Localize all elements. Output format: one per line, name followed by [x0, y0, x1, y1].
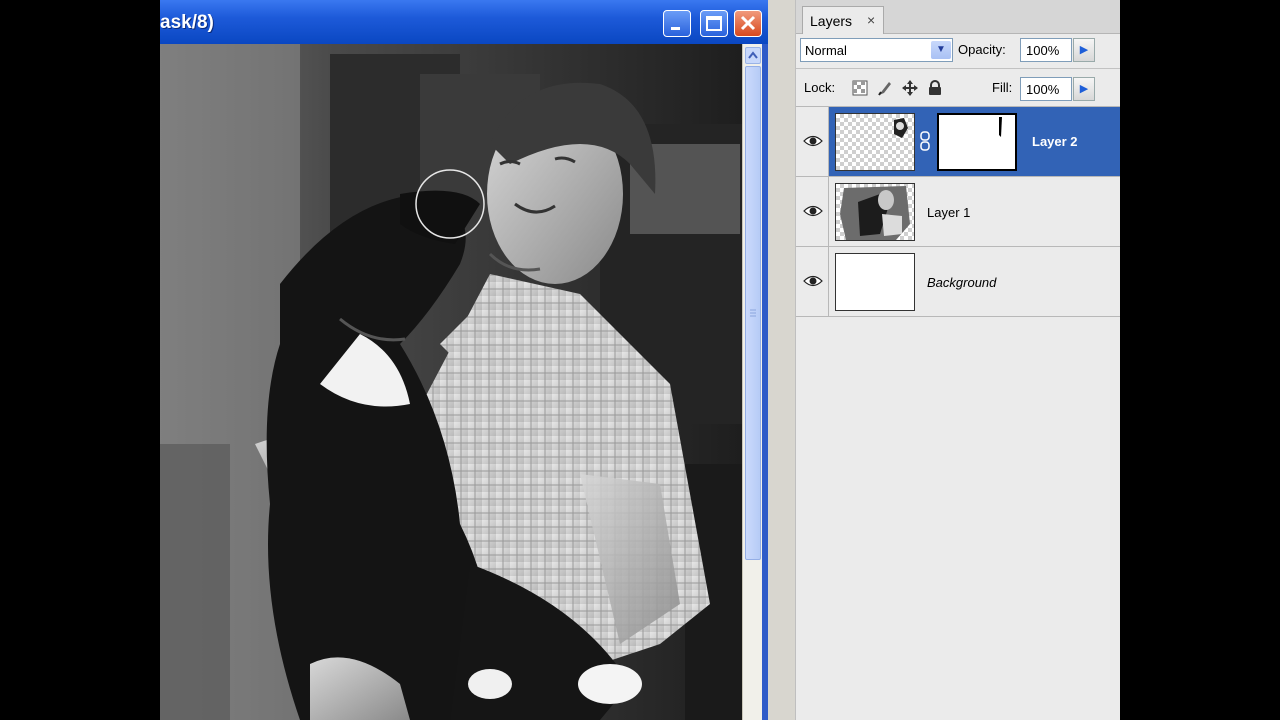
letterbox-left [0, 0, 160, 720]
chain-link-icon[interactable] [919, 131, 931, 151]
lock-label: Lock: [804, 80, 836, 95]
tab-layers[interactable]: Layers × [802, 6, 884, 34]
tab-layers-label: Layers [810, 13, 853, 29]
visibility-toggle[interactable] [796, 107, 829, 176]
document-title: ask/8) [160, 12, 214, 33]
opacity-field[interactable]: 100% [1020, 38, 1072, 62]
workspace-gap [768, 0, 795, 720]
close-button[interactable] [734, 10, 762, 37]
eye-icon [803, 275, 823, 287]
lock-transparent-pixels-icon[interactable] [852, 80, 868, 96]
layer-thumbnail-image [894, 118, 908, 138]
fill-label: Fill: [992, 80, 1013, 95]
eye-icon [803, 205, 823, 217]
scroll-thumb[interactable] [745, 66, 761, 560]
close-icon [740, 15, 756, 31]
layer-row-layer-2[interactable]: Layer 2 [796, 107, 1121, 177]
lock-image-pixels-icon[interactable] [877, 80, 893, 96]
maximize-button[interactable] [700, 10, 728, 37]
layer-thumbnail[interactable] [835, 253, 915, 311]
tab-close-icon[interactable]: × [867, 12, 875, 28]
eye-icon [803, 135, 823, 147]
minimize-button[interactable] [663, 10, 691, 37]
fill-slider-button[interactable]: ▶ [1073, 77, 1095, 101]
letterbox-right [1120, 0, 1280, 720]
document-window: ask/8) [160, 0, 768, 720]
visibility-toggle[interactable] [796, 247, 829, 316]
document-title-bar[interactable]: ask/8) [160, 0, 768, 44]
mask-image [999, 117, 1002, 137]
chevron-up-icon [748, 51, 758, 59]
fill-field[interactable]: 100% [1020, 77, 1072, 101]
blend-mode-select[interactable]: Normal ▼ [800, 38, 953, 62]
lock-position-icon[interactable] [902, 80, 918, 96]
layer-thumbnail[interactable] [835, 113, 915, 171]
minimize-icon [671, 27, 680, 30]
photo-canvas[interactable] [160, 44, 742, 720]
opacity-slider-button[interactable]: ▶ [1073, 38, 1095, 62]
layer-thumbnail[interactable] [835, 183, 915, 241]
scroll-up-button[interactable] [745, 47, 761, 64]
layer-row-background[interactable]: Background [796, 247, 1121, 317]
divider [796, 68, 1121, 69]
grip-icon [750, 309, 756, 317]
chevron-down-icon[interactable]: ▼ [931, 41, 951, 59]
layer-name[interactable]: Background [927, 275, 996, 290]
lock-all-icon[interactable] [927, 80, 943, 96]
panel-tab-bar: Layers × [796, 0, 1121, 34]
layer-name[interactable]: Layer 1 [927, 205, 970, 220]
layers-empty-area[interactable] [796, 318, 1121, 720]
layer-row-layer-1[interactable]: Layer 1 [796, 177, 1121, 247]
layer-mask-thumbnail[interactable] [937, 113, 1017, 171]
layer-name[interactable]: Layer 2 [1032, 134, 1078, 149]
photo-image [160, 44, 742, 720]
maximize-icon [706, 16, 722, 31]
visibility-toggle[interactable] [796, 177, 829, 246]
opacity-label: Opacity: [958, 42, 1006, 57]
vertical-scrollbar[interactable] [742, 44, 763, 720]
blend-mode-value: Normal [805, 43, 847, 58]
layer-thumbnail-image [840, 186, 910, 240]
layers-panel: Layers × Normal ▼ Opacity: 100% ▶ Lock: … [795, 0, 1121, 720]
